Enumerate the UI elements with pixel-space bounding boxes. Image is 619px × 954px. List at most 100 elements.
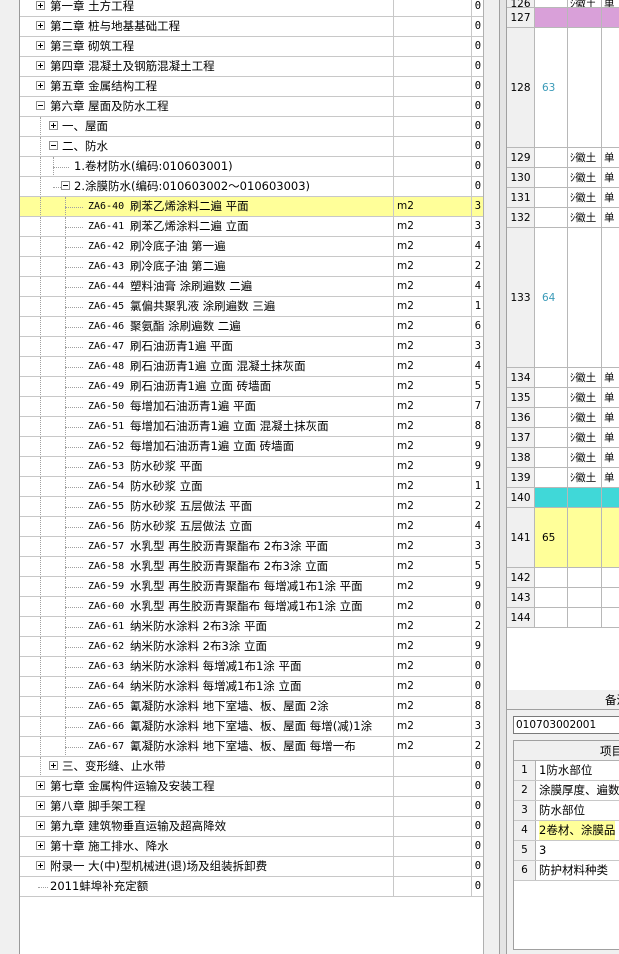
- tree-row[interactable]: 第六章 屋面及防水工程 0.00: [20, 97, 483, 117]
- feature-row[interactable]: 4 2卷材、涂膜品: [514, 821, 619, 841]
- tree-row[interactable]: ZA6-65 氰凝防水涂料 地下室墙、板、屋面 2涂 m28.52: [20, 697, 483, 717]
- tree-row[interactable]: ZA6-49 刷石油沥青1遍 立面 砖墙面 m25.39: [20, 377, 483, 397]
- expand-icon[interactable]: [49, 761, 58, 770]
- tree-row[interactable]: ZA6-57 水乳型 再生胶沥青聚酯布 2布3涂 平面 m23.02: [20, 537, 483, 557]
- grid-row[interactable]: 137 ｼ徽土单: [507, 428, 619, 448]
- tree-row[interactable]: 第四章 混凝土及钢筋混凝土工程 0.00: [20, 57, 483, 77]
- expand-icon[interactable]: [36, 81, 45, 90]
- tree-row[interactable]: 1.卷材防水(编码:010603001) 0.00: [20, 157, 483, 177]
- tree-row[interactable]: ZA6-50 每增加石油沥青1遍 平面 m27.46: [20, 397, 483, 417]
- tree-row[interactable]: 2011蚌埠补充定额 0.00: [20, 877, 483, 897]
- collapse-icon[interactable]: [36, 101, 45, 110]
- remarks-tab[interactable]: 备注: [507, 690, 619, 710]
- tree-row[interactable]: ZA6-60 水乳型 再生胶沥青聚酯布 每增减1布1涂 立面 m20.18: [20, 597, 483, 617]
- tree-row[interactable]: ZA6-67 氰凝防水涂料 地下室墙、板、屋面 每增一布 m22.46: [20, 737, 483, 757]
- grid-row[interactable]: 141 65: [507, 508, 619, 568]
- expand-icon[interactable]: [36, 801, 45, 810]
- tree-row[interactable]: ZA6-42 刷冷底子油 第一遍 m24.02: [20, 237, 483, 257]
- grid-row[interactable]: 132 ｼ徽土单: [507, 208, 619, 228]
- expand-icon[interactable]: [36, 781, 45, 790]
- expand-icon[interactable]: [36, 821, 45, 830]
- grid-row[interactable]: 138 ｼ徽土单: [507, 448, 619, 468]
- collapse-icon[interactable]: [49, 141, 58, 150]
- tree-row[interactable]: 第八章 脚手架工程 0.00: [20, 797, 483, 817]
- grid-row[interactable]: 126 ｼ徽土单: [507, 0, 619, 10]
- grid-row[interactable]: 144: [507, 608, 619, 628]
- tree-row[interactable]: 第十章 施工排水、降水 0.00: [20, 837, 483, 857]
- tree-row[interactable]: ZA6-48 刷石油沥青1遍 立面 混凝土抹灰面 m24.13: [20, 357, 483, 377]
- tree-row[interactable]: ZA6-52 每增加石油沥青1遍 立面 砖墙面 m29.63: [20, 437, 483, 457]
- tree-row[interactable]: 第九章 建筑物垂直运输及超高降效 0.00: [20, 817, 483, 837]
- tree-row[interactable]: 第七章 金属构件运输及安装工程 0.00: [20, 777, 483, 797]
- tree-row[interactable]: 第一章 土方工程 0.00: [20, 0, 483, 17]
- tree-row[interactable]: ZA6-62 纳米防水涂料 2布3涂 立面 m29.55: [20, 637, 483, 657]
- tree-row[interactable]: ZA6-43 刷冷底子油 第二遍 m22.93: [20, 257, 483, 277]
- tree-row[interactable]: ZA6-55 防水砂浆 五层做法 平面 m22.28: [20, 497, 483, 517]
- expand-icon[interactable]: [36, 41, 45, 50]
- item-code-field[interactable]: 010703002001: [513, 716, 619, 734]
- grid-row[interactable]: 135 ｼ徽土单: [507, 388, 619, 408]
- tree-row[interactable]: ZA6-64 纳米防水涂料 每增减1布1涂 立面 m20.96: [20, 677, 483, 697]
- grid-row[interactable]: 142: [507, 568, 619, 588]
- tree-row[interactable]: ZA6-51 每增加石油沥青1遍 立面 混凝土抹灰面 m28.46: [20, 417, 483, 437]
- tree-row[interactable]: ZA6-41 刷苯乙烯涂料二遍 立面 m23.52: [20, 217, 483, 237]
- tree-row[interactable]: 一、屋面 0.00: [20, 117, 483, 137]
- collapse-icon[interactable]: [61, 181, 70, 190]
- tree-name-cell: 第三章 砌筑工程: [20, 37, 394, 56]
- feature-row[interactable]: 2 涂膜厚度、遍数: [514, 781, 619, 801]
- tree-row[interactable]: 第二章 桩与地基基础工程 0.00: [20, 17, 483, 37]
- grid-row[interactable]: 133 64: [507, 228, 619, 368]
- tree-row[interactable]: ZA6-40 刷苯乙烯涂料二遍 平面 m23.45: [20, 197, 483, 217]
- grid-row[interactable]: 128 63: [507, 28, 619, 148]
- grid-row[interactable]: 127: [507, 8, 619, 28]
- tree-row[interactable]: 附录一 大(中)型机械进(退)场及组装拆卸费 0.00: [20, 857, 483, 877]
- grid-row[interactable]: 131 ｼ徽土单: [507, 188, 619, 208]
- panel-splitter[interactable]: [499, 0, 507, 954]
- feature-row[interactable]: 6 防护材料种类: [514, 861, 619, 881]
- feature-row[interactable]: 53: [514, 841, 619, 861]
- feature-row-number: 1: [514, 761, 536, 780]
- expand-icon[interactable]: [49, 121, 58, 130]
- grid-row[interactable]: 130 ｼ徽土单: [507, 168, 619, 188]
- tree-row[interactable]: ZA6-59 水乳型 再生胶沥青聚酯布 每增减1布1涂 平面 m29.90: [20, 577, 483, 597]
- tree-row[interactable]: ZA6-63 纳米防水涂料 每增减1布1涂 平面 m20.71: [20, 657, 483, 677]
- tree-row[interactable]: 三、变形缝、止水带 0.00: [20, 757, 483, 777]
- tree-row[interactable]: 第三章 砌筑工程 0.00: [20, 37, 483, 57]
- grid-row[interactable]: 143: [507, 588, 619, 608]
- expander-plus-bar: [53, 123, 54, 128]
- tree-vertical-scrollbar[interactable]: [483, 0, 499, 954]
- expand-icon[interactable]: [36, 61, 45, 70]
- tree-row[interactable]: ZA6-58 水乳型 再生胶沥青聚酯布 2布3涂 立面 m25.32: [20, 557, 483, 577]
- tree-row[interactable]: 二、防水 0.00: [20, 137, 483, 157]
- feature-grid[interactable]: 项目 1 1防水部位 2 涂膜厚度、遍数 3 防水部位 4 2卷材、涂膜品 5 3 6 防护材料种类: [513, 740, 619, 950]
- tree-row[interactable]: ZA6-47 刷石油沥青1遍 平面 m23.41: [20, 337, 483, 357]
- budget-grid[interactable]: 126 ｼ徽土单 127 128 63 129 ｼ徽土单 130 ｼ徽土单 131 ｼ徽土单 132 ｼ…: [507, 0, 619, 690]
- tree-row[interactable]: ZA6-53 防水砂浆 平面 m29.55: [20, 457, 483, 477]
- tree-row[interactable]: 2.涂膜防水(编码:010603002～010603003) 0.00: [20, 177, 483, 197]
- tree-row[interactable]: ZA6-54 防水砂浆 立面 m21.36: [20, 477, 483, 497]
- tree-row[interactable]: ZA6-61 纳米防水涂料 2布3涂 平面 m22.26: [20, 617, 483, 637]
- tree-row[interactable]: ZA6-45 氯偏共聚乳液 涂刷遍数 三遍 m21.57: [20, 297, 483, 317]
- expand-icon[interactable]: [36, 841, 45, 850]
- expand-icon[interactable]: [36, 21, 45, 30]
- tree-connector: [40, 357, 41, 376]
- expand-icon[interactable]: [36, 861, 45, 870]
- grid-row[interactable]: 134 ｼ徽土单: [507, 368, 619, 388]
- tree-row[interactable]: ZA6-44 塑料油膏 涂刷遍数 二遍 m24.99: [20, 277, 483, 297]
- tree-row[interactable]: 第五章 金属结构工程 0.00: [20, 77, 483, 97]
- quota-tree-table[interactable]: 第一章 土方工程 0.00 第二章 桩与地基基础工程 0.00 第三章 砌筑工程 0.00…: [20, 0, 483, 954]
- grid-row[interactable]: 139 ｼ徽土单: [507, 468, 619, 488]
- tree-row[interactable]: ZA6-66 氰凝防水涂料 地下室墙、板、屋面 每增(减)1涂 m23.71: [20, 717, 483, 737]
- grid-cell-category: [568, 588, 602, 607]
- feature-row[interactable]: 3 防水部位: [514, 801, 619, 821]
- feature-row[interactable]: 1 1防水部位: [514, 761, 619, 781]
- tree-connector: [65, 747, 83, 748]
- grid-row[interactable]: 140: [507, 488, 619, 508]
- grid-row[interactable]: 136 ｼ徽土单: [507, 408, 619, 428]
- tree-row[interactable]: ZA6-46 聚氨酯 涂刷遍数 二遍 m26.40: [20, 317, 483, 337]
- chapter-label: 第四章 混凝土及钢筋混凝土工程: [50, 59, 215, 73]
- expand-icon[interactable]: [36, 1, 45, 10]
- tree-connector: [38, 887, 48, 888]
- grid-row[interactable]: 129 ｼ徽土单: [507, 148, 619, 168]
- tree-row[interactable]: ZA6-56 防水砂浆 五层做法 立面 m24.18: [20, 517, 483, 537]
